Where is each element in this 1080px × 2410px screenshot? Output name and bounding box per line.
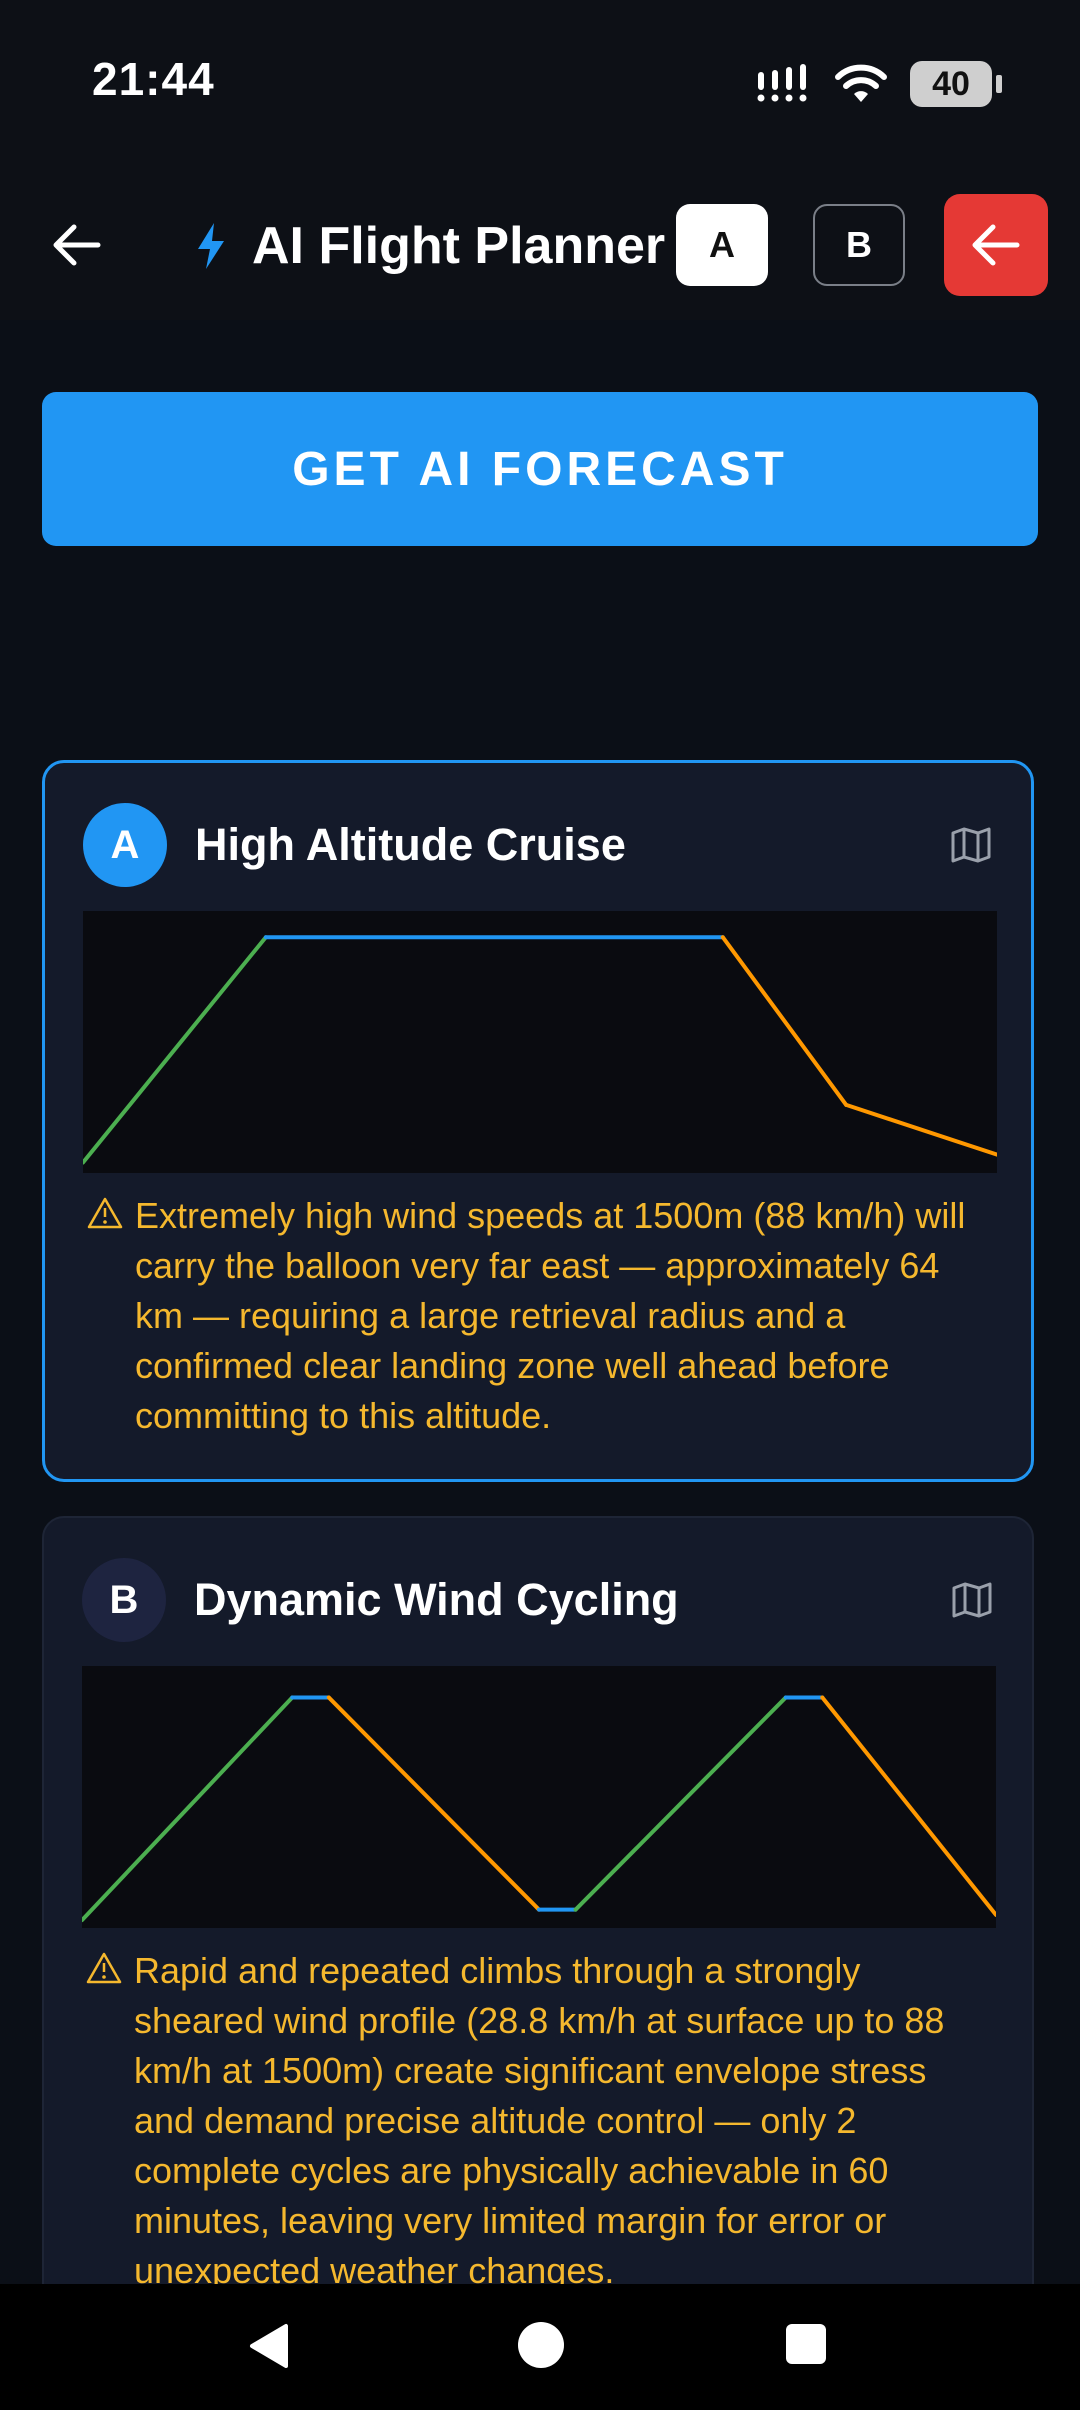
select-plan-a-button[interactable]: A [676,204,768,286]
plan-badge: A [83,803,167,887]
plan-badge: B [82,1558,166,1642]
plan-card-header: A High Altitude Cruise [83,803,993,887]
wifi-icon [835,64,887,102]
warning-message: Rapid and repeated climbs through a stro… [82,1946,996,2296]
map-icon[interactable] [949,823,993,867]
plan-card-header: B Dynamic Wind Cycling [82,1558,994,1642]
plan-card-a[interactable]: A High Altitude Cruise Extremely high wi… [42,760,1034,1482]
title-group: AI Flight Planner [196,210,665,282]
altitude-profile-chart [83,911,997,1173]
warning-icon [86,1952,122,1984]
plan-card-b[interactable]: B Dynamic Wind Cycling Rapid and repeate… [42,1516,1034,2336]
profile-segment-descend [720,935,849,1107]
arrow-left-icon [53,224,101,266]
get-ai-forecast-button[interactable]: GET AI FORECAST [42,392,1038,546]
status-time: 21:44 [92,53,215,105]
warning-message: Extremely high wind speeds at 1500m (88 … [83,1191,995,1441]
exit-button[interactable] [944,194,1048,296]
profile-segment-climb [82,1695,295,1923]
warning-text: Extremely high wind speeds at 1500m (88 … [135,1195,966,1436]
nav-back-icon[interactable] [246,2322,290,2370]
profile-segment-descend [844,1102,997,1157]
plan-title: High Altitude Cruise [195,819,626,870]
warning-text: Rapid and repeated climbs through a stro… [134,1950,945,2291]
arrow-left-icon [972,224,1020,266]
lightning-icon [198,223,224,269]
battery-level: 40 [932,64,970,103]
status-icons: 40 [756,58,1002,110]
profile-segment-climb [83,935,268,1165]
system-nav-bar [0,2284,1080,2410]
map-icon[interactable] [950,1578,994,1622]
warning-icon [87,1197,123,1229]
page-title: AI Flight Planner [252,217,666,275]
plan-title: Dynamic Wind Cycling [194,1574,679,1625]
app-bar: AI Flight Planner A B [0,170,1080,320]
altitude-profile-chart [82,1666,996,1928]
profile-segment-descend [326,1695,541,1912]
battery-icon: 40 [910,61,1002,107]
back-button[interactable] [40,208,114,282]
profile-segment-descend [820,1695,996,1917]
select-plan-b-button[interactable]: B [813,204,905,286]
profile-segment-climb [573,1695,788,1912]
nav-recents-icon[interactable] [786,2324,826,2364]
status-bar: 21:44 40 [0,0,1080,170]
nav-home-icon[interactable] [518,2322,564,2368]
signal-icon [757,64,807,102]
